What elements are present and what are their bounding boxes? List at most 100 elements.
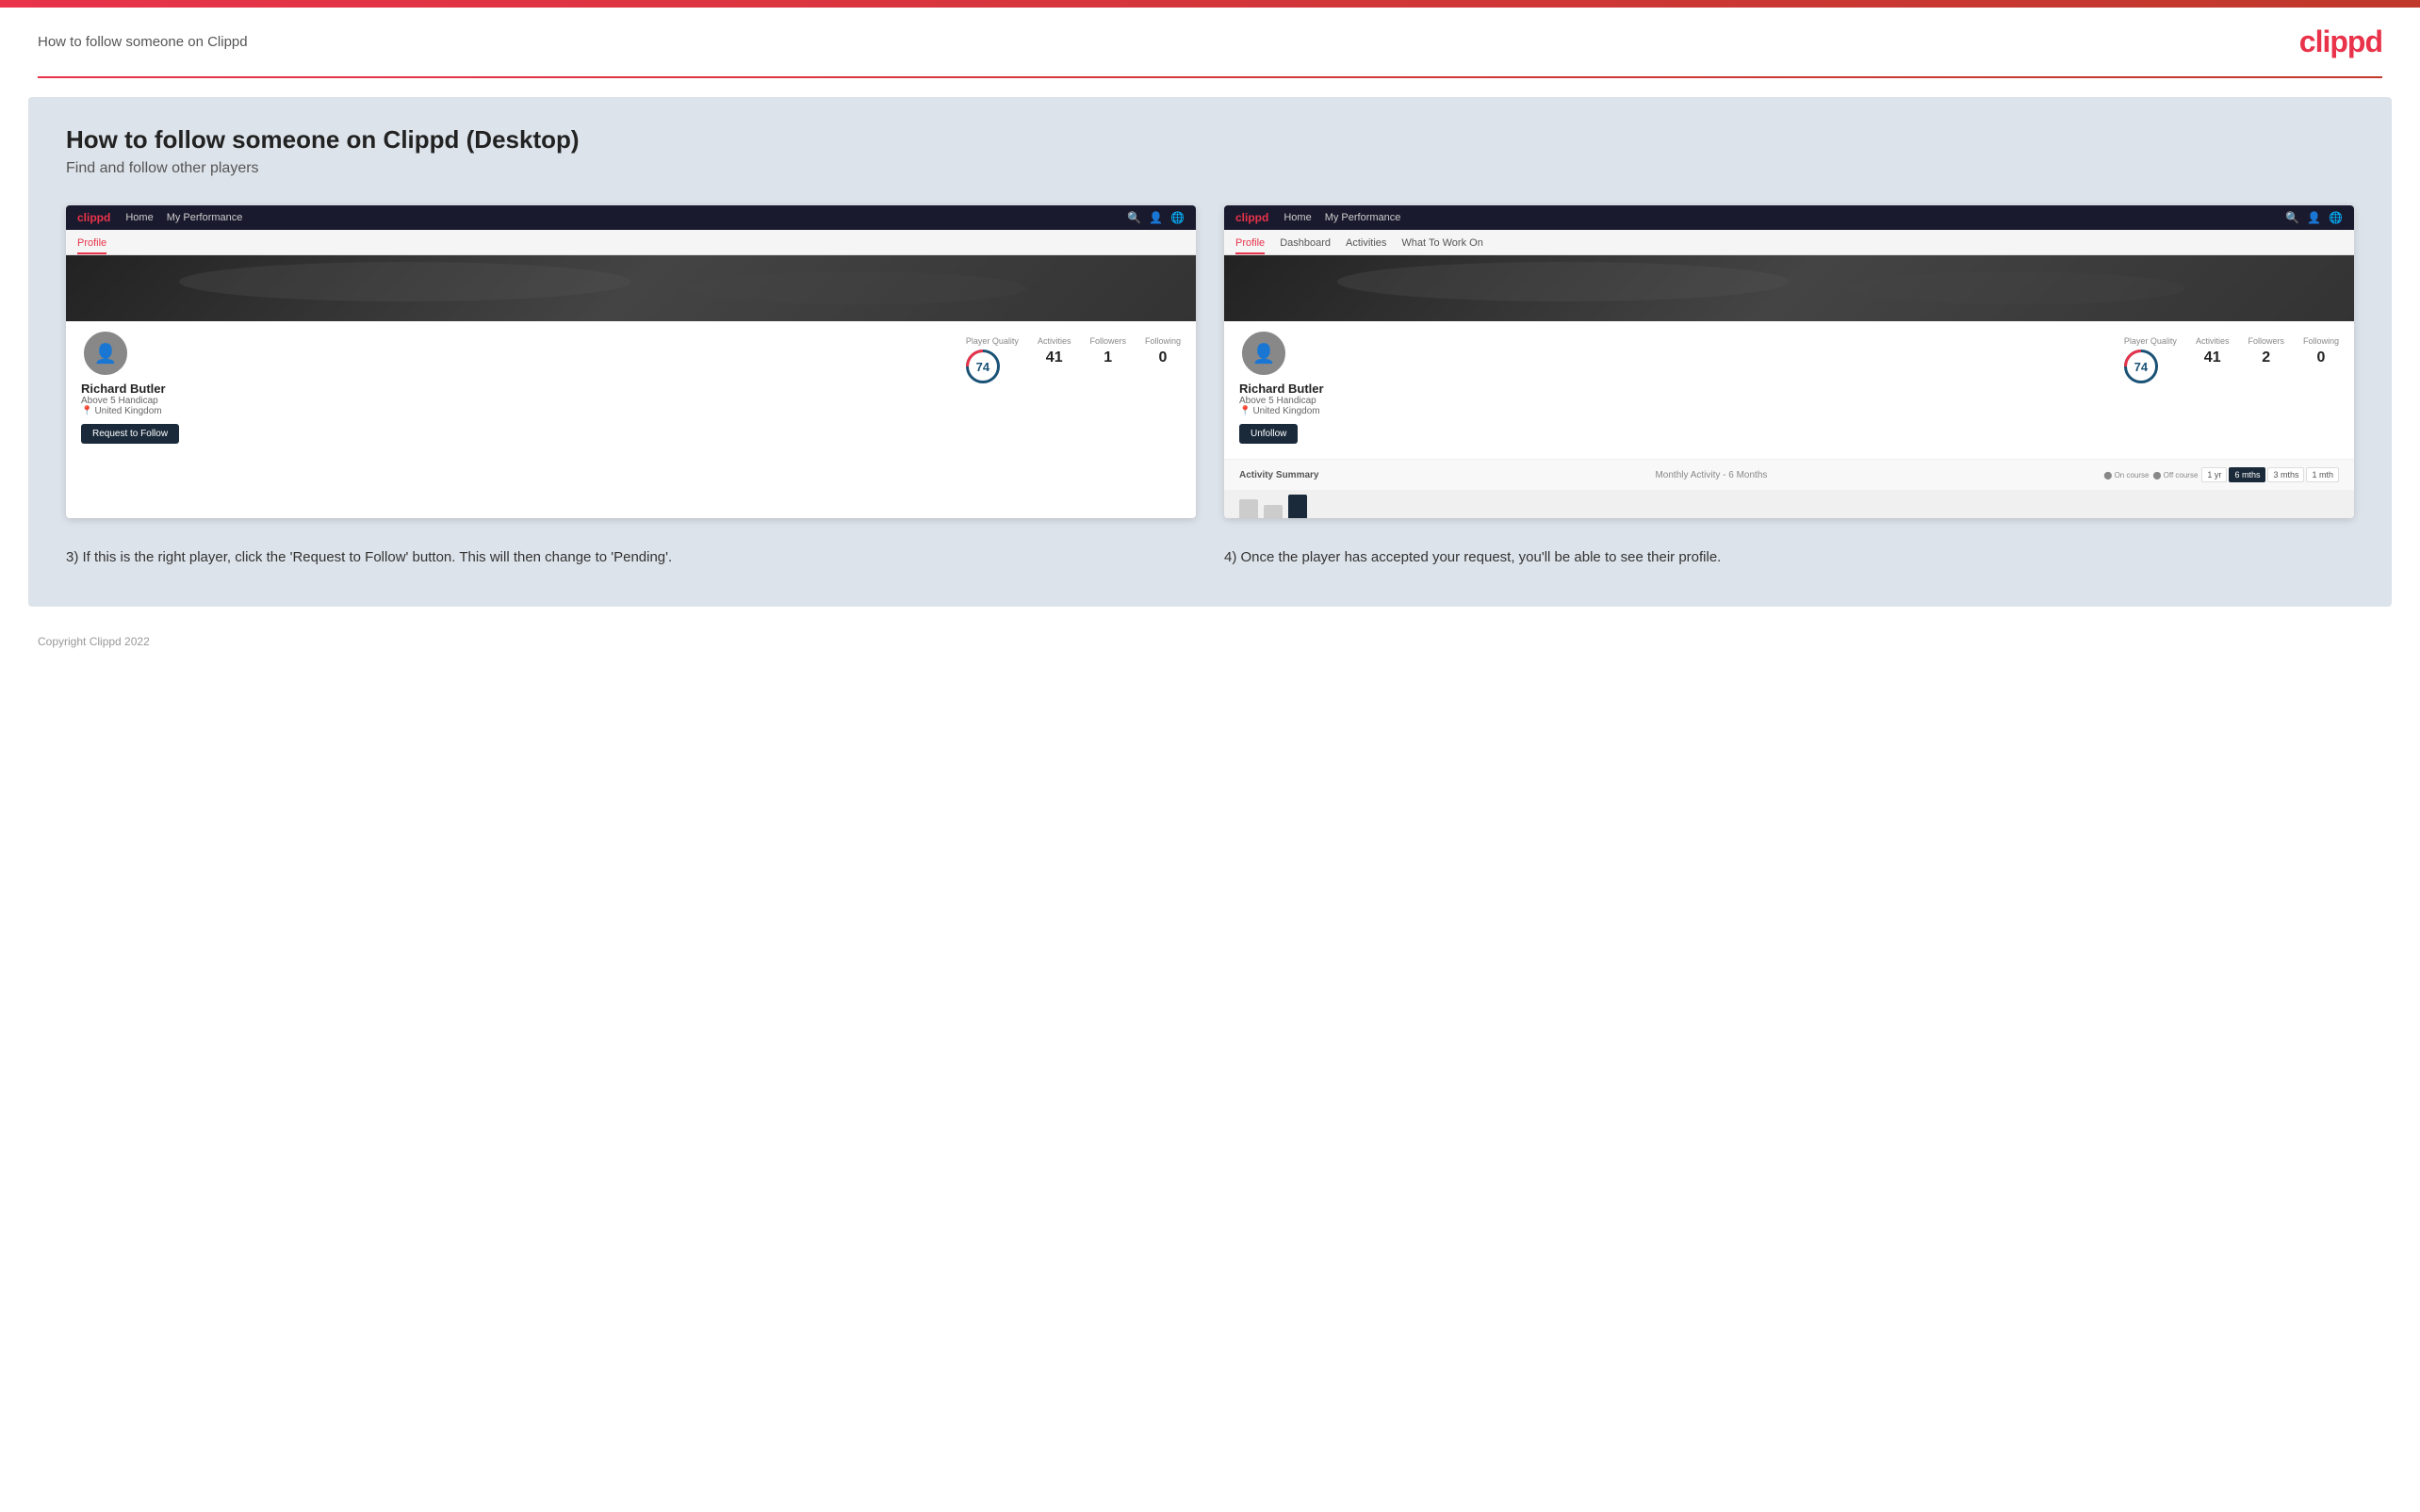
user-icon-right[interactable]: 👤: [2307, 211, 2321, 224]
followers-value-right: 2: [2248, 350, 2284, 366]
chart-stub: [1224, 490, 2354, 518]
quality-label-left: Player Quality: [966, 336, 1019, 346]
mini-nav-performance-right[interactable]: My Performance: [1325, 212, 1401, 223]
mini-tab-bar-left: Profile: [66, 230, 1196, 255]
mini-nav-links-left: Home My Performance: [125, 212, 242, 223]
profile-hero-overlay-right: [1224, 255, 2354, 321]
avatar-icon-left: 👤: [94, 342, 118, 366]
followers-label-left: Followers: [1089, 336, 1126, 346]
following-value-right: 0: [2303, 350, 2339, 366]
period-1yr-btn[interactable]: 1 yr: [2201, 467, 2227, 482]
following-label-left: Following: [1145, 336, 1181, 346]
avatar-right: 👤: [1239, 329, 1288, 378]
period-1mth-btn[interactable]: 1 mth: [2306, 467, 2339, 482]
quality-circle-left: 74: [966, 350, 1000, 383]
stats-row-left: Player Quality 74 Activities 41 Follower…: [966, 329, 1181, 383]
mini-nav-left: clippd Home My Performance 🔍 👤 🌐: [66, 205, 1196, 230]
quality-label-right: Player Quality: [2124, 336, 2177, 346]
chart-bar-1: [1239, 499, 1258, 518]
avatar-icon-right: 👤: [1252, 342, 1276, 366]
mini-nav-right-icons: 🔍 👤 🌐: [2285, 211, 2343, 224]
player-location-right: 📍 United Kingdom: [1239, 406, 1320, 416]
profile-hero-left: [66, 255, 1196, 321]
stats-and-profile-left: 👤 Richard Butler Above 5 Handicap 📍 Unit…: [81, 329, 1181, 444]
stat-following-left: Following 0: [1145, 336, 1181, 366]
mini-nav-right-bar: clippd Home My Performance 🔍 👤 🌐: [1224, 205, 2354, 230]
header-title: How to follow someone on Clippd: [38, 34, 248, 50]
screenshots-row: clippd Home My Performance 🔍 👤 🌐 Profile: [66, 205, 2354, 518]
tab-dashboard-right[interactable]: Dashboard: [1280, 234, 1331, 254]
stats-and-profile-right: 👤 Richard Butler Above 5 Handicap 📍 Unit…: [1239, 329, 2339, 444]
tab-activities-right[interactable]: Activities: [1346, 234, 1386, 254]
profile-hero-overlay-left: [66, 255, 1196, 321]
mini-nav-home-right[interactable]: Home: [1284, 212, 1311, 223]
search-icon-left[interactable]: 🔍: [1127, 211, 1141, 224]
followers-value-left: 1: [1089, 350, 1126, 366]
activities-label-right: Activities: [2196, 336, 2230, 346]
tab-profile-left[interactable]: Profile: [77, 234, 106, 254]
period-buttons: 1 yr 6 mths 3 mths 1 mth: [2201, 467, 2339, 482]
profile-hero-right: [1224, 255, 2354, 321]
copyright-text: Copyright Clippd 2022: [38, 635, 150, 648]
logo: clippd: [2299, 24, 2382, 59]
followers-label-right: Followers: [2248, 336, 2284, 346]
quality-arc-right: [2117, 343, 2165, 391]
stat-followers-right: Followers 2: [2248, 336, 2284, 366]
activity-period-label: Monthly Activity - 6 Months: [1655, 470, 1767, 480]
player-location-left: 📍 United Kingdom: [81, 406, 162, 416]
mini-nav-performance-left[interactable]: My Performance: [167, 212, 243, 223]
avatar-left: 👤: [81, 329, 130, 378]
stat-quality-left: Player Quality 74: [966, 336, 1019, 383]
mini-logo-right: clippd: [1235, 211, 1268, 224]
quality-arc-left: [958, 343, 1006, 391]
tab-profile-right[interactable]: Profile: [1235, 234, 1265, 254]
on-course-legend: ⬤ On course: [2103, 471, 2149, 480]
off-course-legend: ⬤ Off course: [2152, 471, 2198, 480]
chart-bar-3: [1288, 495, 1307, 518]
mini-nav-home-left[interactable]: Home: [125, 212, 153, 223]
stat-following-right: Following 0: [2303, 336, 2339, 366]
stat-activities-left: Activities 41: [1038, 336, 1071, 366]
activities-value-left: 41: [1038, 350, 1071, 366]
activities-value-right: 41: [2196, 350, 2230, 366]
activity-controls: ⬤ On course ⬤ Off course 1 yr 6 mths 3 m…: [2103, 467, 2339, 482]
mini-browser-left: clippd Home My Performance 🔍 👤 🌐: [66, 205, 1196, 230]
profile-left-info: 👤 Richard Butler Above 5 Handicap 📍 Unit…: [81, 329, 179, 444]
mini-tab-bar-right: Profile Dashboard Activities What To Wor…: [1224, 230, 2354, 255]
stats-row-right: Player Quality 74 Activities 41 Follower…: [2124, 329, 2339, 383]
quality-circle-right: 74: [2124, 350, 2158, 383]
stat-followers-left: Followers 1: [1089, 336, 1126, 366]
profile-right-info: 👤 Richard Butler Above 5 Handicap 📍 Unit…: [1239, 329, 1324, 444]
following-label-right: Following: [2303, 336, 2339, 346]
player-name-right: Richard Butler: [1239, 382, 1324, 396]
mini-browser-right: clippd Home My Performance 🔍 👤 🌐: [1224, 205, 2354, 230]
globe-icon-left[interactable]: 🌐: [1170, 211, 1185, 224]
location-pin-icon-right: 📍: [1239, 406, 1251, 416]
description-right: 4) Once the player has accepted your req…: [1224, 546, 2354, 569]
descriptions-row: 3) If this is the right player, click th…: [66, 546, 2354, 569]
screenshot-left: clippd Home My Performance 🔍 👤 🌐 Profile: [66, 205, 1196, 518]
chart-bar-2: [1264, 505, 1283, 518]
globe-icon-right[interactable]: 🌐: [2329, 211, 2343, 224]
period-6mths-btn[interactable]: 6 mths: [2229, 467, 2265, 482]
location-pin-icon-left: 📍: [81, 406, 92, 416]
unfollow-button[interactable]: Unfollow: [1239, 424, 1298, 444]
main-subtitle: Find and follow other players: [66, 160, 2354, 177]
player-name-left: Richard Butler: [81, 382, 166, 396]
search-icon-right[interactable]: 🔍: [2285, 211, 2299, 224]
mini-nav-right-left: 🔍 👤 🌐: [1127, 211, 1185, 224]
activities-label-left: Activities: [1038, 336, 1071, 346]
user-icon-left[interactable]: 👤: [1149, 211, 1163, 224]
player-handicap-right: Above 5 Handicap: [1239, 396, 1316, 406]
profile-body-left: 👤 Richard Butler Above 5 Handicap 📍 Unit…: [66, 321, 1196, 459]
profile-body-right: 👤 Richard Butler Above 5 Handicap 📍 Unit…: [1224, 321, 2354, 459]
header: How to follow someone on Clippd clippd: [0, 8, 2420, 76]
stat-quality-right: Player Quality 74: [2124, 336, 2177, 383]
stat-activities-right: Activities 41: [2196, 336, 2230, 366]
request-to-follow-button[interactable]: Request to Follow: [81, 424, 179, 444]
activity-summary-label: Activity Summary: [1239, 470, 1318, 480]
tab-what-to-work-on-right[interactable]: What To Work On: [1401, 234, 1482, 254]
period-3mths-btn[interactable]: 3 mths: [2267, 467, 2304, 482]
mini-logo-left: clippd: [77, 211, 110, 224]
player-handicap-left: Above 5 Handicap: [81, 396, 158, 406]
